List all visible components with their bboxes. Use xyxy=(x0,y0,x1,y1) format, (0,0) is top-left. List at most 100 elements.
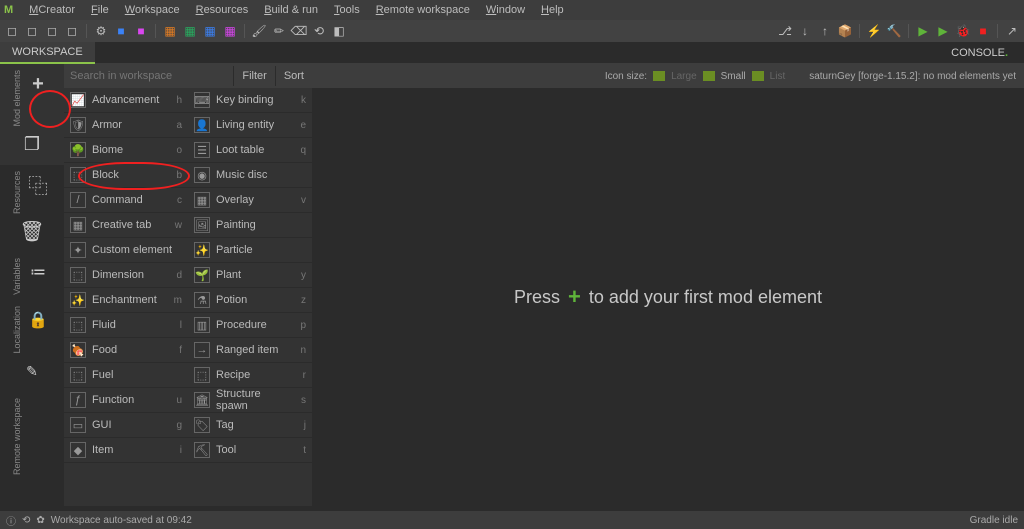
export-icon[interactable]: ↗ xyxy=(1004,23,1020,39)
toolbar-action2-icon[interactable]: ◧ xyxy=(331,23,347,39)
variables-icon[interactable]: ≔ xyxy=(24,258,52,286)
menu-file[interactable]: File xyxy=(83,4,117,16)
element-item-label: Painting xyxy=(216,219,300,231)
element-item-block[interactable]: ⬚Blockb xyxy=(64,163,188,188)
toolbar-icon-magenta[interactable]: ■ xyxy=(133,23,149,39)
element-item-fuel[interactable]: ⬚Fuel xyxy=(64,363,188,388)
resources-icon[interactable]: ⿻ xyxy=(24,171,52,199)
menu-resources[interactable]: Resources xyxy=(188,4,257,16)
sidetab-localization[interactable]: Localization 🔒 ✎ xyxy=(0,300,64,392)
iconsize-chip-list[interactable] xyxy=(752,71,764,81)
sidetab-resources[interactable]: Resources ⿻ 🗑 xyxy=(0,165,64,252)
delete-icon[interactable]: 🗑 xyxy=(18,218,46,246)
sidetab-mod-elements[interactable]: Mod elements + ❐ xyxy=(0,64,64,165)
element-item-key-binding[interactable]: ⌨Key bindingk xyxy=(188,88,312,113)
toolbar-grid-3-icon[interactable]: ▦ xyxy=(202,23,218,39)
gear-icon[interactable]: ⚙ xyxy=(93,23,109,39)
element-item-creative-tab[interactable]: ▦Creative tabw xyxy=(64,213,188,238)
edit-icon[interactable]: ✎ xyxy=(18,358,46,386)
element-item-overlay[interactable]: ▦Overlayv xyxy=(188,188,312,213)
element-item-painting[interactable]: 🖼Painting xyxy=(188,213,312,238)
copy-icon[interactable]: ❐ xyxy=(18,131,46,159)
element-item-enchantment[interactable]: ✨Enchantmentm xyxy=(64,288,188,313)
toolbar: ◻ ◻ ◻ ◻ ⚙ ■ ■ ▦ ▦ ▦ ▦ 🖌 ✏ ⌫ ⟲ ◧ ⎇ ↓ ↑ 📦 … xyxy=(0,20,1024,42)
element-item-particle[interactable]: ✨Particle xyxy=(188,238,312,263)
element-item-item[interactable]: ◆Itemi xyxy=(64,438,188,463)
tab-workspace[interactable]: WORKSPACE xyxy=(0,42,95,64)
iconsize-chip-large[interactable] xyxy=(653,71,665,81)
element-item-living-entity[interactable]: 👤Living entitye xyxy=(188,113,312,138)
toolbar-icon-4[interactable]: ◻ xyxy=(64,23,80,39)
element-item-ranged-item[interactable]: →Ranged itemn xyxy=(188,338,312,363)
element-item-gui[interactable]: ▭GUIg xyxy=(64,413,188,438)
element-item-armor[interactable]: 🛡Armora xyxy=(64,113,188,138)
toolbar-action-icon[interactable]: ⟲ xyxy=(311,23,327,39)
iconsize-large[interactable]: Large xyxy=(671,71,697,82)
element-item-label: Advancement xyxy=(92,94,170,106)
iconsize-list[interactable]: List xyxy=(770,71,786,82)
upload-icon[interactable]: ↑ xyxy=(817,23,833,39)
element-item-tag[interactable]: 🏷Tagj xyxy=(188,413,312,438)
element-item-dimension[interactable]: ⬚Dimensiond xyxy=(64,263,188,288)
iconsize-small[interactable]: Small xyxy=(721,71,746,82)
element-item-biome[interactable]: 🌳Biomeo xyxy=(64,138,188,163)
toolbar-grid-1-icon[interactable]: ▦ xyxy=(162,23,178,39)
menu-mcreator[interactable]: MCreator xyxy=(21,4,83,16)
element-item-key: v xyxy=(301,195,306,206)
iconsize-chip-small[interactable] xyxy=(703,71,715,81)
element-item-custom-element[interactable]: ✦Custom element xyxy=(64,238,188,263)
element-item-tool[interactable]: ⛏Toolt xyxy=(188,438,312,463)
menu-build-run[interactable]: Build & run xyxy=(256,4,326,16)
element-item-function[interactable]: ƒFunctionu xyxy=(64,388,188,413)
sidetab-remote-workspace[interactable]: Remote workspace xyxy=(0,392,64,481)
sidetab-variables[interactable]: Variables ≔ xyxy=(0,252,64,301)
element-item-procedure[interactable]: ▥Procedurep xyxy=(188,313,312,338)
package-icon[interactable]: 📦 xyxy=(837,23,853,39)
element-item-structure-spawn[interactable]: 🏛Structure spawns xyxy=(188,388,312,413)
element-item-label: Creative tab xyxy=(92,219,169,231)
toolbar-icon-3[interactable]: ◻ xyxy=(44,23,60,39)
toolbar-grid-2-icon[interactable]: ▦ xyxy=(182,23,198,39)
element-item-potion[interactable]: ⚗Potionz xyxy=(188,288,312,313)
element-item-fluid[interactable]: ⬚Fluidl xyxy=(64,313,188,338)
menu-help[interactable]: Help xyxy=(533,4,572,16)
element-item-plant[interactable]: 🌱Planty xyxy=(188,263,312,288)
run-icon-2[interactable]: ▶ xyxy=(935,23,951,39)
menu-window[interactable]: Window xyxy=(478,4,533,16)
sync-icon: ⟲ xyxy=(22,515,30,526)
canvas-center: Press + to add your first mod element xyxy=(312,88,1024,506)
toolbar-icon-blue[interactable]: ■ xyxy=(113,23,129,39)
element-item-advancement[interactable]: 📈Advancementh xyxy=(64,88,188,113)
element-item-music-disc[interactable]: ◉Music disc xyxy=(188,163,312,188)
tab-console[interactable]: CONSOLE. xyxy=(943,43,1016,63)
ranged-item-icon: → xyxy=(194,342,210,358)
filter-button[interactable]: Filter xyxy=(233,66,274,86)
stop-icon[interactable]: ■ xyxy=(975,23,991,39)
branch-icon[interactable]: ⎇ xyxy=(777,23,793,39)
element-item-loot-table[interactable]: ☰Loot tableq xyxy=(188,138,312,163)
toolbar-icon-2[interactable]: ◻ xyxy=(24,23,40,39)
menu-tools[interactable]: Tools xyxy=(326,4,368,16)
download-icon[interactable]: ↓ xyxy=(797,23,813,39)
element-item-recipe[interactable]: ⬚Reciper xyxy=(188,363,312,388)
toolbar-grid-4-icon[interactable]: ▦ xyxy=(222,23,238,39)
menu-remote-workspace[interactable]: Remote workspace xyxy=(368,4,478,16)
toolbar-icon-1[interactable]: ◻ xyxy=(4,23,20,39)
search-input[interactable] xyxy=(64,70,233,82)
element-item-command[interactable]: /Commandc xyxy=(64,188,188,213)
toolbar-brush-icon[interactable]: 🖌 xyxy=(251,23,267,39)
debug-icon[interactable]: 🐞 xyxy=(955,23,971,39)
canvas: Icon size: Large Small List saturnGey [f… xyxy=(312,64,1024,506)
toolbar-erase-icon[interactable]: ⌫ xyxy=(291,23,307,39)
run-icon[interactable]: ▶ xyxy=(915,23,931,39)
menu-workspace[interactable]: Workspace xyxy=(117,4,188,16)
remote-icon[interactable] xyxy=(24,398,52,426)
sort-button[interactable]: Sort xyxy=(275,66,312,86)
hammer-icon[interactable]: 🔨 xyxy=(886,23,902,39)
plus-icon[interactable]: + xyxy=(24,70,52,98)
enchantment-icon: ✨ xyxy=(70,292,86,308)
lock-icon[interactable]: 🔒 xyxy=(24,306,52,334)
element-item-food[interactable]: 🍖Foodf xyxy=(64,338,188,363)
build-icon[interactable]: ⚡ xyxy=(866,23,882,39)
toolbar-pencil-icon[interactable]: ✏ xyxy=(271,23,287,39)
